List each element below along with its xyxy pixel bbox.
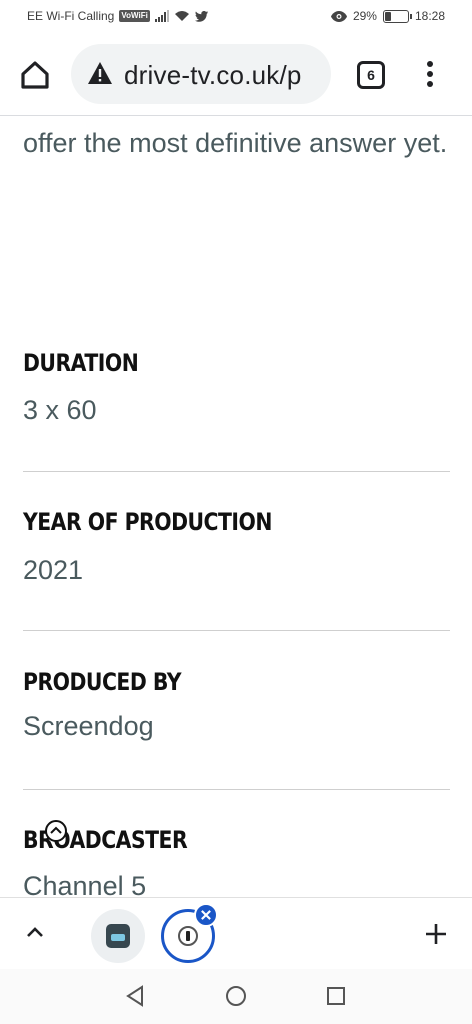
- menu-dot-icon: [427, 71, 433, 77]
- close-tab-icon[interactable]: [194, 903, 218, 927]
- signal-icon: [154, 10, 169, 22]
- article-intro-text: offer the most definitive answer yet.: [23, 128, 448, 158]
- battery-icon: [382, 9, 412, 23]
- site-favicon-icon: [178, 926, 198, 946]
- produced-by-value: Screendog: [23, 711, 154, 741]
- new-tab-plus-icon[interactable]: [424, 922, 448, 946]
- url-text[interactable]: drive-tv.co.uk/p: [124, 60, 302, 91]
- twitter-icon: [194, 10, 208, 22]
- battery-level-fill: [384, 11, 392, 21]
- tab-group-strip: [0, 897, 472, 969]
- page-content: offer the most definitive answer yet. DU…: [0, 117, 472, 897]
- year-of-production-label: YEAR OF PRODUCTION: [23, 508, 272, 536]
- menu-dot-icon: [427, 81, 433, 87]
- vowifi-badge: VoWiFi: [119, 10, 150, 22]
- address-bar[interactable]: drive-tv.co.uk/p: [71, 44, 331, 104]
- overflow-menu-button[interactable]: [420, 58, 440, 92]
- browser-toolbar: drive-tv.co.uk/p 6: [0, 34, 472, 116]
- year-of-production-value: 2021: [23, 555, 84, 585]
- menu-dot-icon: [427, 61, 433, 67]
- back-triangle-icon[interactable]: [124, 985, 146, 1007]
- system-navigation-bar: [0, 969, 472, 1024]
- clock: 18:28: [414, 9, 445, 23]
- divider: [23, 789, 450, 790]
- produced-by-label: PRODUCED BY: [23, 668, 182, 696]
- divider: [23, 471, 450, 472]
- tab-switcher-button[interactable]: 6: [357, 61, 385, 89]
- site-favicon-icon: [106, 924, 130, 948]
- tab-favicon-thumbnail[interactable]: [91, 909, 145, 963]
- chevron-up-icon[interactable]: [24, 923, 46, 941]
- divider: [23, 630, 450, 631]
- status-right: 29% 18:28: [330, 9, 445, 23]
- broadcaster-value: Channel 5: [23, 871, 147, 897]
- status-left: EE Wi-Fi Calling VoWiFi: [27, 9, 208, 23]
- carrier-label: EE Wi-Fi Calling: [27, 9, 115, 23]
- duration-label: DURATION: [23, 349, 139, 377]
- battery-percent: 29%: [352, 9, 377, 23]
- duration-value: 3 x 60: [23, 395, 97, 425]
- eye-icon: [330, 10, 347, 22]
- wifi-icon: [174, 11, 189, 21]
- recent-apps-square-icon[interactable]: [325, 985, 347, 1007]
- home-circle-icon[interactable]: [225, 985, 247, 1007]
- home-button[interactable]: [18, 58, 52, 92]
- home-icon: [21, 61, 49, 89]
- floating-action-icon[interactable]: [44, 819, 68, 843]
- status-bar: EE Wi-Fi Calling VoWiFi 29% 18:28: [0, 0, 472, 34]
- not-secure-warning-icon[interactable]: [87, 61, 113, 85]
